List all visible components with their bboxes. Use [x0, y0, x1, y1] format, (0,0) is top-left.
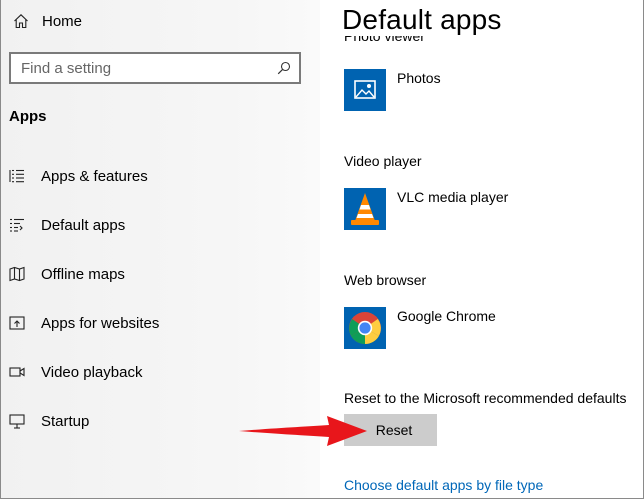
vlc-app-icon: [344, 188, 386, 230]
sidebar-item-offline-maps[interactable]: Offline maps: [1, 254, 320, 294]
app-name: VLC media player: [397, 189, 509, 205]
sidebar-item-apps-for-websites[interactable]: Apps for websites: [1, 303, 320, 343]
map-icon: [9, 266, 25, 282]
video-player-default[interactable]: VLC media player: [344, 187, 508, 231]
choose-by-file-type-link[interactable]: Choose default apps by file type: [344, 477, 543, 493]
open-in-icon: [9, 315, 25, 331]
photos-app-icon: [344, 69, 386, 111]
red-arrow-annotation: [239, 416, 367, 446]
chrome-app-icon: [344, 307, 386, 349]
search-input[interactable]: [21, 59, 261, 77]
list-icon: [9, 168, 25, 184]
sidebar-item-apps-features[interactable]: Apps & features: [1, 156, 320, 196]
settings-window: Home Apps Apps & features: [0, 0, 644, 499]
default-apps-icon: [9, 217, 25, 233]
sidebar-item-default-apps[interactable]: Default apps: [1, 205, 320, 245]
home-nav[interactable]: Home: [13, 10, 82, 32]
search-icon[interactable]: [277, 61, 291, 75]
page-title: Default apps: [342, 4, 502, 35]
sidebar-item-video-playback[interactable]: Video playback: [1, 352, 320, 392]
sidebar-item-label: Startup: [41, 412, 90, 430]
search-box[interactable]: [9, 52, 301, 84]
web-browser-default[interactable]: Google Chrome: [344, 306, 496, 350]
sidebar-item-label: Offline maps: [41, 265, 125, 283]
section-title: Apps: [9, 108, 47, 125]
photo-viewer-label: Photo viewer: [344, 36, 425, 44]
photo-viewer-default[interactable]: Photos: [344, 68, 441, 112]
home-icon: [14, 14, 28, 29]
sidebar-item-label: Apps & features: [41, 167, 148, 185]
startup-icon: [9, 413, 25, 429]
app-name: Photos: [397, 70, 441, 86]
reset-label: Reset to the Microsoft recommended defau…: [344, 390, 627, 406]
sidebar-item-label: Video playback: [41, 363, 143, 381]
app-name: Google Chrome: [397, 308, 496, 324]
video-icon: [9, 364, 25, 380]
sidebar-item-label: Apps for websites: [41, 314, 160, 332]
sidebar-item-label: Default apps: [41, 216, 126, 234]
video-player-label: Video player: [344, 153, 422, 169]
home-label: Home: [42, 12, 83, 30]
web-browser-label: Web browser: [344, 272, 427, 288]
